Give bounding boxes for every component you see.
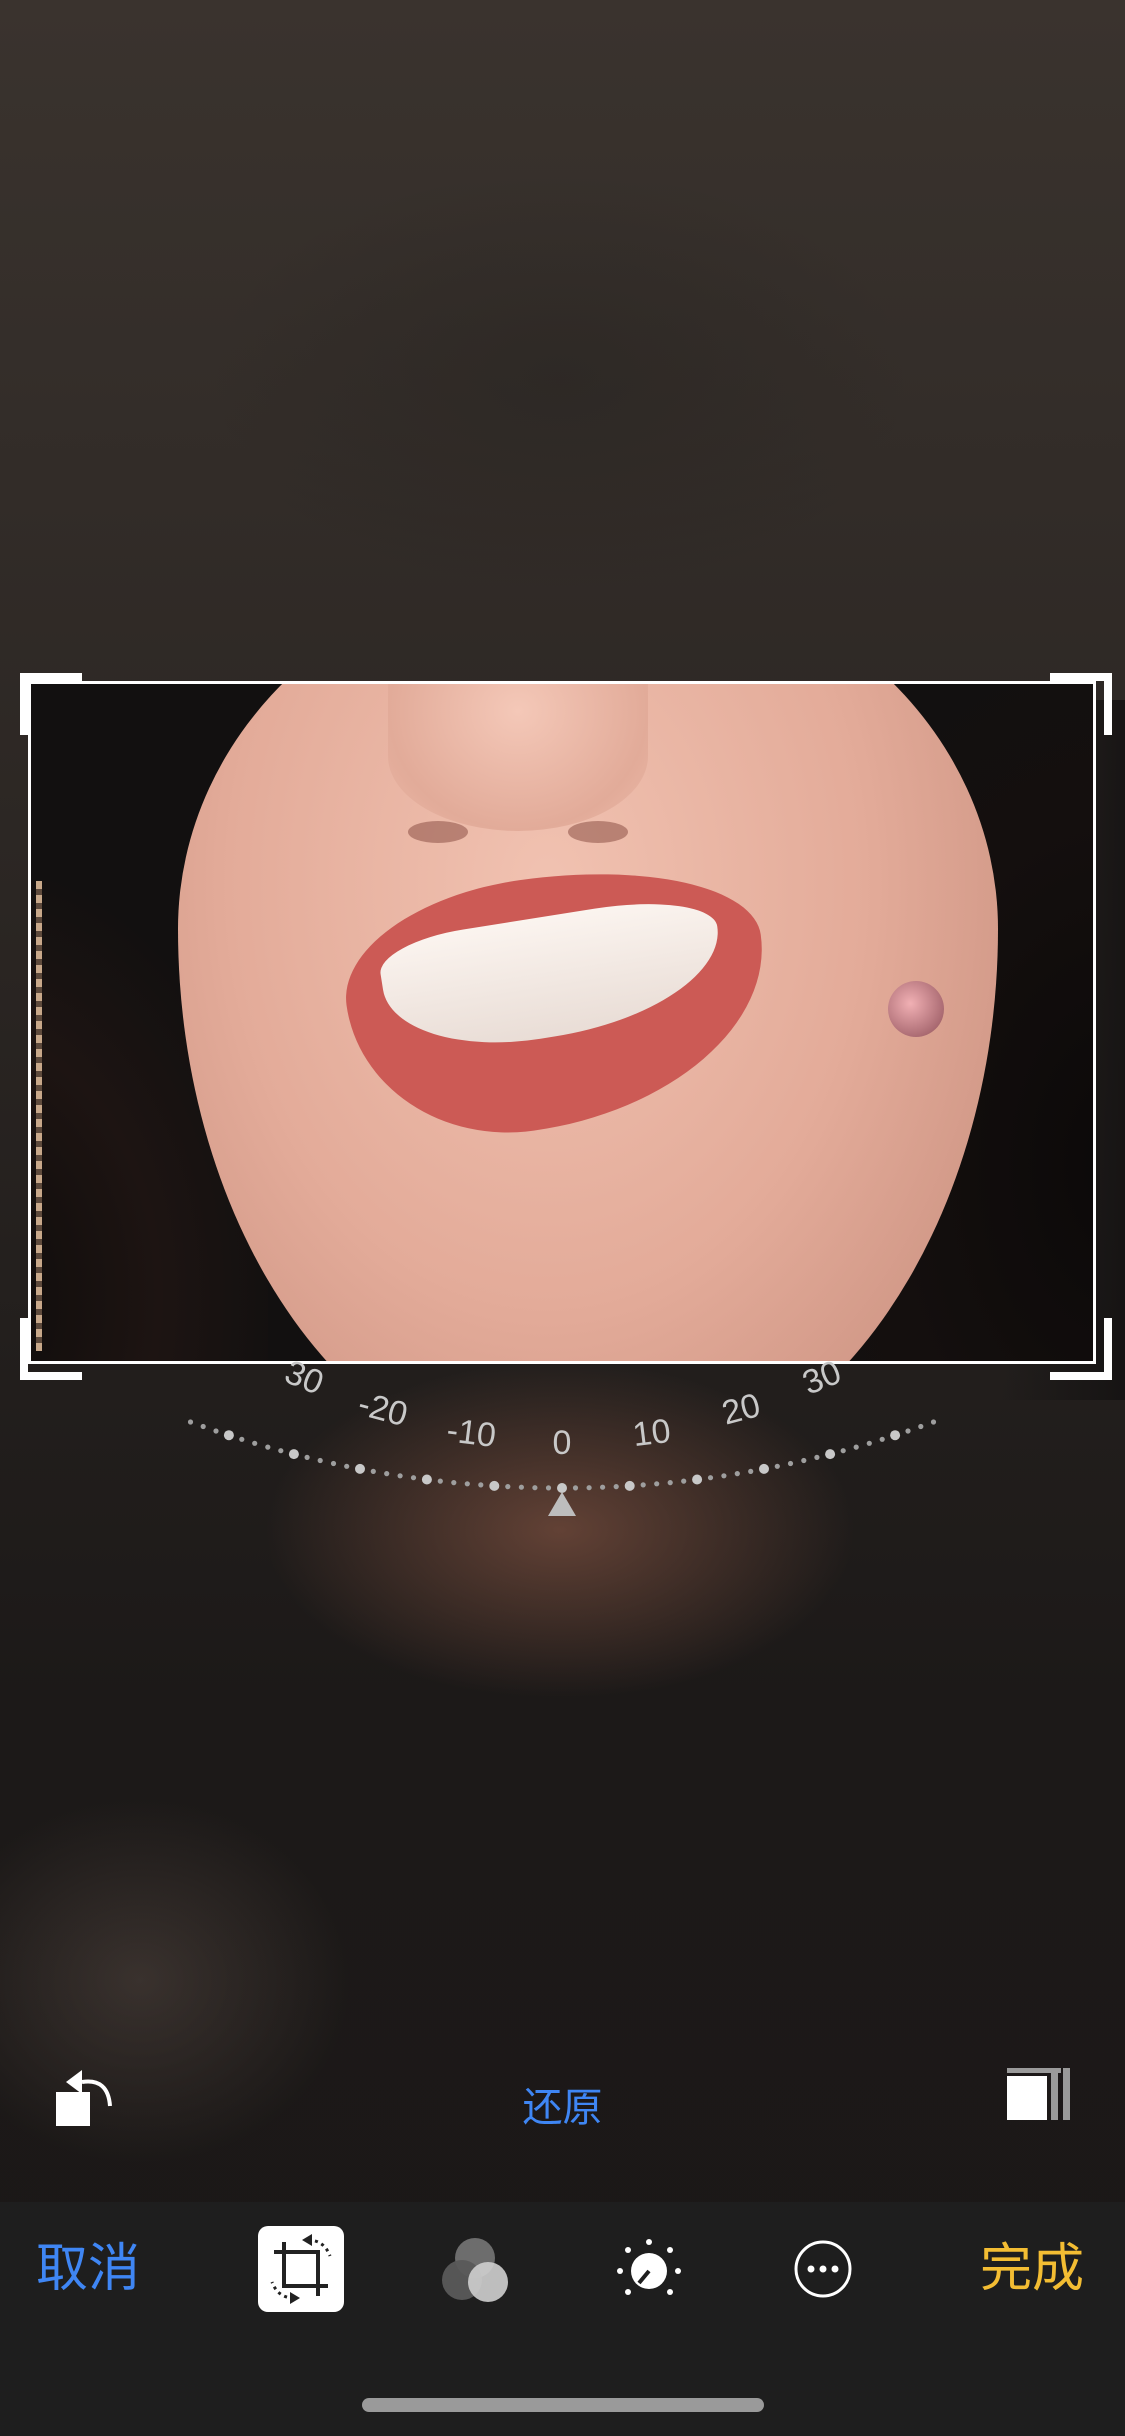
crop-handle-top-right[interactable] [1050, 673, 1112, 735]
dial-minor-tick [600, 1484, 606, 1490]
dial-minor-tick [330, 1460, 337, 1467]
dial-minor-tick [930, 1419, 937, 1425]
aspect-ratio-icon [1007, 2068, 1070, 2120]
cancel-button[interactable]: 取消 [36, 2234, 186, 2304]
dial-minor-tick [370, 1468, 376, 1474]
aspect-ratio-button[interactable] [1005, 2066, 1075, 2124]
dial-minor-tick [317, 1457, 323, 1464]
dial-label-neg30: 30 [279, 1353, 328, 1402]
dial-minor-tick [814, 1454, 820, 1460]
dial-major-tick [825, 1449, 836, 1460]
dial-minor-tick [505, 1484, 511, 1490]
dial-label-30: 30 [797, 1353, 846, 1402]
dial-minor-tick [905, 1428, 911, 1434]
dial-minor-tick [464, 1481, 470, 1487]
dial-minor-tick [265, 1444, 271, 1450]
home-indicator[interactable] [362, 2398, 764, 2412]
reset-button[interactable]: 还原 [480, 2078, 645, 2138]
dial-minor-tick [667, 1480, 673, 1486]
dial-minor-tick [304, 1454, 310, 1460]
dial-minor-tick [654, 1481, 660, 1487]
dial-minor-tick [774, 1463, 780, 1469]
dial-minor-tick [410, 1475, 417, 1481]
adjust-dial-icon [617, 2239, 681, 2295]
dial-major-tick [692, 1474, 703, 1485]
rotate-button[interactable] [52, 2060, 118, 2132]
dial-major-tick [759, 1463, 769, 1474]
tool-adjust[interactable] [606, 2226, 692, 2312]
dial-minor-tick [748, 1468, 754, 1474]
more-icon [794, 2240, 852, 2298]
dial-minor-tick [787, 1460, 794, 1467]
dial-major-tick [489, 1480, 500, 1491]
dial-label-zero: 0 [553, 1424, 572, 1462]
dial-major-tick [890, 1430, 901, 1441]
dial-minor-tick [801, 1457, 807, 1464]
dial-minor-tick [278, 1448, 284, 1454]
dial-label-neg10: -10 [445, 1411, 498, 1455]
dial-minor-tick [707, 1475, 714, 1481]
dial-major-tick [288, 1449, 299, 1460]
dial-minor-tick [213, 1428, 219, 1434]
dial-label-10: 10 [631, 1412, 673, 1454]
dial-minor-tick [640, 1482, 646, 1488]
dial-major-tick [355, 1463, 365, 1474]
dial-minor-tick [586, 1485, 592, 1491]
dial-minor-tick [681, 1478, 687, 1484]
dial-minor-tick [384, 1471, 390, 1477]
dial-major-tick [223, 1430, 234, 1441]
dial-major-tick [557, 1483, 567, 1493]
dial-minor-tick [734, 1471, 740, 1477]
dial-minor-tick [879, 1436, 885, 1442]
dial-major-tick [421, 1474, 432, 1485]
dial-minor-tick [252, 1440, 258, 1446]
crop-frame[interactable] [28, 681, 1096, 1364]
dial-major-tick [624, 1480, 635, 1491]
crop-handle-top-left[interactable] [20, 673, 82, 735]
crop-icon [270, 2234, 332, 2304]
dial-minor-tick [532, 1485, 538, 1491]
dial-minor-tick [545, 1485, 552, 1491]
dial-minor-tick [187, 1419, 194, 1425]
tool-filters[interactable] [432, 2226, 518, 2312]
dial-minor-tick [200, 1423, 206, 1430]
dial-minor-tick [518, 1484, 525, 1490]
dial-minor-tick [344, 1463, 350, 1469]
dial-minor-tick [239, 1436, 245, 1442]
done-button[interactable]: 完成 [980, 2234, 1110, 2304]
tool-more[interactable] [780, 2226, 866, 2312]
dial-minor-tick [437, 1478, 443, 1484]
dial-minor-tick [840, 1448, 846, 1454]
dial-minor-tick [721, 1473, 727, 1479]
dial-minor-tick [572, 1485, 579, 1491]
straighten-dial[interactable]: 30 -20 -10 0 10 20 30 [0, 1340, 1125, 1560]
filters-icon [442, 2238, 508, 2302]
dial-minor-tick [853, 1444, 859, 1450]
rotate-icon [56, 2070, 112, 2126]
dial-label-neg20: -20 [354, 1385, 411, 1434]
dial-minor-tick [478, 1482, 484, 1488]
dial-label-20: 20 [718, 1386, 764, 1432]
dial-indicator-triangle [548, 1492, 576, 1516]
dial-minor-tick [451, 1480, 457, 1486]
dial-minor-tick [866, 1440, 872, 1446]
tool-crop-rotate[interactable] [258, 2226, 344, 2312]
dial-minor-tick [397, 1473, 403, 1479]
dial-minor-tick [918, 1423, 924, 1430]
dial-minor-tick [613, 1484, 619, 1490]
